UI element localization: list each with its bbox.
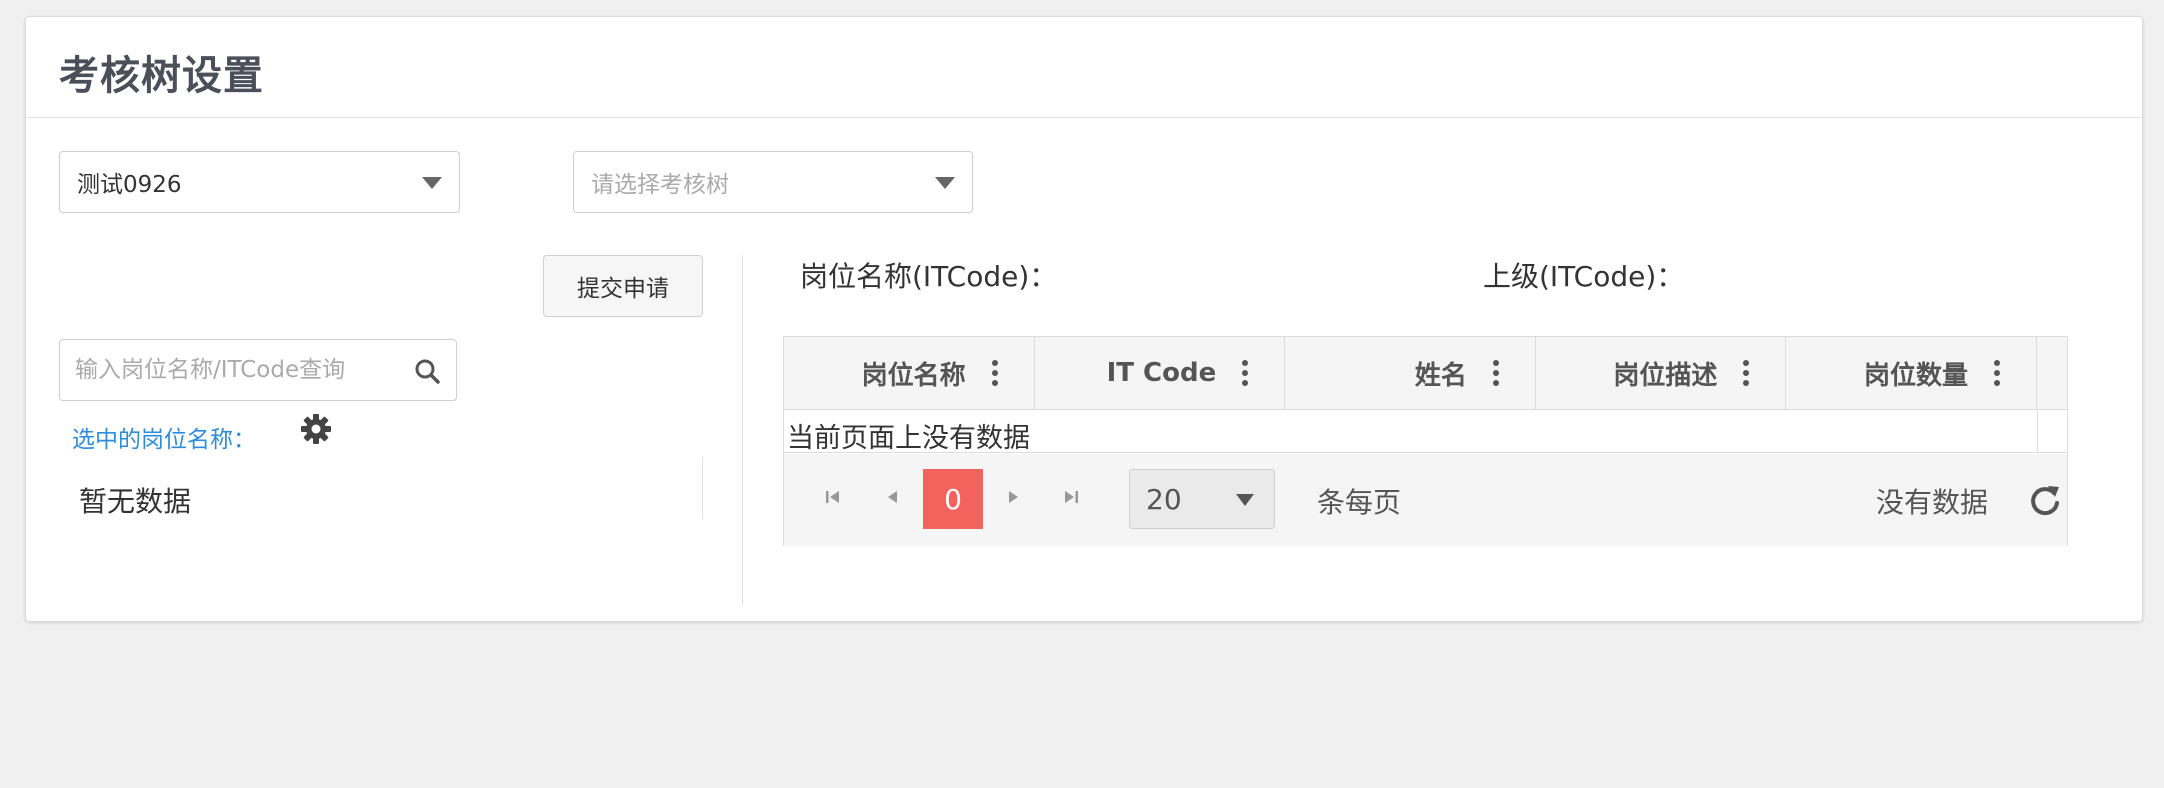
post-itcode-label: 岗位名称(ITCode)：: [800, 260, 1058, 293]
column-header-count[interactable]: 岗位数量: [1786, 337, 2038, 409]
column-header-label: IT Code: [1106, 358, 1217, 388]
column-header-it-code[interactable]: IT Code: [1035, 337, 1286, 409]
first-page-button[interactable]: [818, 482, 848, 512]
column-menu-icon[interactable]: [1492, 359, 1499, 387]
settings-card: 考核树设置 测试0926 请选择考核树 提交申请 选中的岗位名称： 暂无: [25, 16, 2143, 622]
panel-divider: [742, 255, 743, 605]
per-page-label: 条每页: [1317, 486, 1402, 519]
grid-empty-message: 当前页面上没有数据: [787, 423, 1030, 454]
column-menu-icon[interactable]: [1994, 359, 2001, 387]
tree-empty-text: 暂无数据: [79, 485, 192, 518]
search-icon[interactable]: [414, 358, 440, 384]
first-page-icon: [826, 491, 839, 503]
pager-status: 没有数据: [1876, 486, 1989, 519]
column-header-label: 岗位名称: [861, 360, 966, 391]
tree-divider: [702, 457, 703, 519]
selected-post-label: 选中的岗位名称：: [72, 427, 256, 453]
org-select[interactable]: 测试0926: [59, 151, 460, 213]
current-page[interactable]: 0: [923, 469, 983, 529]
chevron-down-icon: [422, 177, 442, 189]
scrollbar-header-spacer: [2037, 337, 2067, 409]
prev-page-icon: [888, 491, 897, 503]
last-page-icon: [1065, 491, 1078, 503]
column-menu-icon[interactable]: [1743, 359, 1750, 387]
page-size-value: 20: [1146, 482, 1182, 516]
grid-body: 当前页面上没有数据: [784, 410, 2067, 454]
column-header-description[interactable]: 岗位描述: [1536, 337, 1787, 409]
column-header-post-name[interactable]: 岗位名称: [784, 337, 1035, 409]
page-size-select[interactable]: 20: [1129, 469, 1275, 529]
column-header-label: 岗位描述: [1613, 360, 1718, 391]
last-page-button[interactable]: [1056, 482, 1086, 512]
page-title: 考核树设置: [59, 53, 264, 99]
grid-header: 岗位名称 IT Code 姓名 岗位描述 岗位数量: [784, 337, 2067, 410]
card-header: 考核树设置: [26, 17, 2142, 118]
post-grid: 岗位名称 IT Code 姓名 岗位描述 岗位数量 当前页面上没有数据 0 20…: [783, 336, 2068, 546]
column-menu-icon[interactable]: [1242, 359, 1249, 387]
column-header-label: 姓名: [1414, 360, 1467, 391]
parent-itcode-label: 上级(ITCode)：: [1483, 260, 1685, 293]
prev-page-button[interactable]: [878, 482, 908, 512]
column-header-name[interactable]: 姓名: [1285, 337, 1536, 409]
org-select-value: 测试0926: [77, 172, 182, 198]
tree-select[interactable]: 请选择考核树: [573, 151, 973, 213]
post-search-field: [59, 339, 457, 401]
gear-icon[interactable]: [300, 413, 332, 445]
chevron-down-icon: [1236, 494, 1254, 506]
submit-application-button[interactable]: 提交申请: [543, 255, 703, 317]
chevron-down-icon: [935, 177, 955, 189]
vertical-scrollbar[interactable]: [2037, 410, 2067, 452]
post-search-input[interactable]: [75, 340, 395, 400]
column-menu-icon[interactable]: [991, 359, 998, 387]
refresh-icon[interactable]: [2027, 483, 2063, 519]
next-page-button[interactable]: [998, 482, 1028, 512]
next-page-icon: [1009, 491, 1018, 503]
pager: 0 20 条每页 没有数据: [784, 454, 2067, 546]
column-header-label: 岗位数量: [1864, 360, 1969, 391]
tree-select-placeholder: 请选择考核树: [591, 172, 729, 198]
